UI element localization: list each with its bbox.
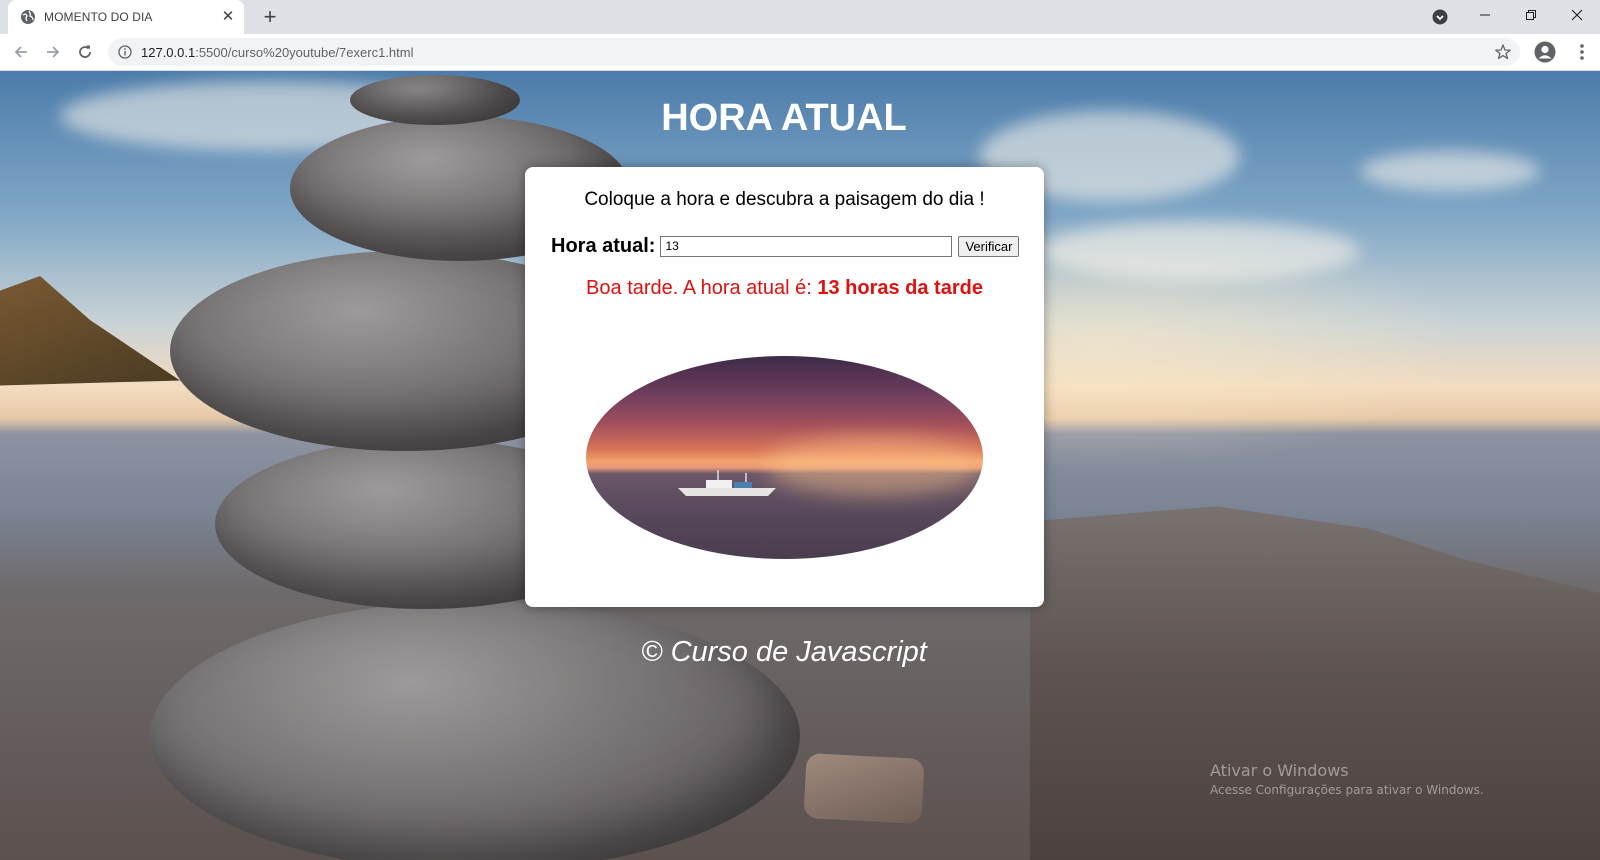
result-prefix: Boa tarde. A hora atual é: — [586, 277, 818, 299]
result-message: Boa tarde. A hora atual é: 13 horas da t… — [525, 277, 1044, 300]
window-close-icon[interactable] — [1554, 0, 1600, 30]
sun-glow — [766, 436, 983, 496]
browser-toolbar: 127.0.0.1:5500/curso%20youtube/7exerc1.h… — [0, 34, 1600, 71]
watermark-subtitle: Acesse Configurações para ativar o Windo… — [1210, 783, 1484, 797]
forward-icon[interactable] — [41, 40, 65, 64]
boat-icon — [678, 470, 776, 496]
url-path: :5500/curso%20youtube/7exerc1.html — [195, 45, 414, 60]
menu-icon[interactable] — [1572, 42, 1592, 62]
verify-button[interactable]: Verificar — [958, 235, 1020, 257]
footer-copyright: © Curso de Javascript — [641, 636, 927, 668]
tab-title: MOMENTO DO DIA — [44, 10, 153, 24]
cloud-shape — [1360, 151, 1540, 191]
tab-strip: MOMENTO DO DIA ✕ + — [0, 0, 1600, 34]
hill-shape — [0, 276, 180, 386]
restore-icon[interactable] — [1508, 0, 1554, 30]
windows-activation-watermark: Ativar o Windows Acesse Configurações pa… — [1210, 761, 1484, 797]
profile-icon[interactable] — [1534, 41, 1556, 63]
address-bar[interactable]: 127.0.0.1:5500/curso%20youtube/7exerc1.h… — [108, 38, 1520, 66]
hour-label: Hora atual: — [551, 234, 656, 257]
hour-input[interactable] — [660, 235, 953, 257]
result-emphasis: 13 horas da tarde — [817, 277, 983, 299]
cloud-shape — [1040, 221, 1360, 281]
page-viewport: HORA ATUAL Coloque a hora e descubra a p… — [0, 71, 1600, 860]
hour-form: Hora atual: Verificar — [551, 232, 1020, 260]
back-icon[interactable] — [9, 40, 33, 64]
info-icon[interactable] — [118, 45, 132, 59]
watermark-title: Ativar o Windows — [1210, 761, 1349, 780]
minimize-icon[interactable] — [1462, 0, 1508, 30]
globe-icon — [21, 10, 35, 24]
plus-icon[interactable]: + — [258, 6, 282, 30]
intro-text: Coloque a hora e descubra a paisagem do … — [584, 189, 985, 210]
landscape-image — [586, 356, 983, 559]
browser-tab[interactable]: MOMENTO DO DIA ✕ — [8, 0, 244, 34]
content-card: Coloque a hora e descubra a paisagem do … — [525, 167, 1044, 607]
close-icon[interactable]: ✕ — [220, 9, 236, 25]
page-title: HORA ATUAL — [661, 97, 907, 139]
tab-search-icon[interactable] — [1432, 9, 1448, 25]
reload-icon[interactable] — [73, 40, 97, 64]
url-host: 127.0.0.1 — [141, 45, 196, 60]
url-text[interactable]: 127.0.0.1:5500/curso%20youtube/7exerc1.h… — [141, 45, 413, 60]
star-icon[interactable] — [1494, 43, 1512, 61]
pebble-shape — [803, 752, 925, 825]
rock-shelf-shape — [1030, 506, 1600, 860]
